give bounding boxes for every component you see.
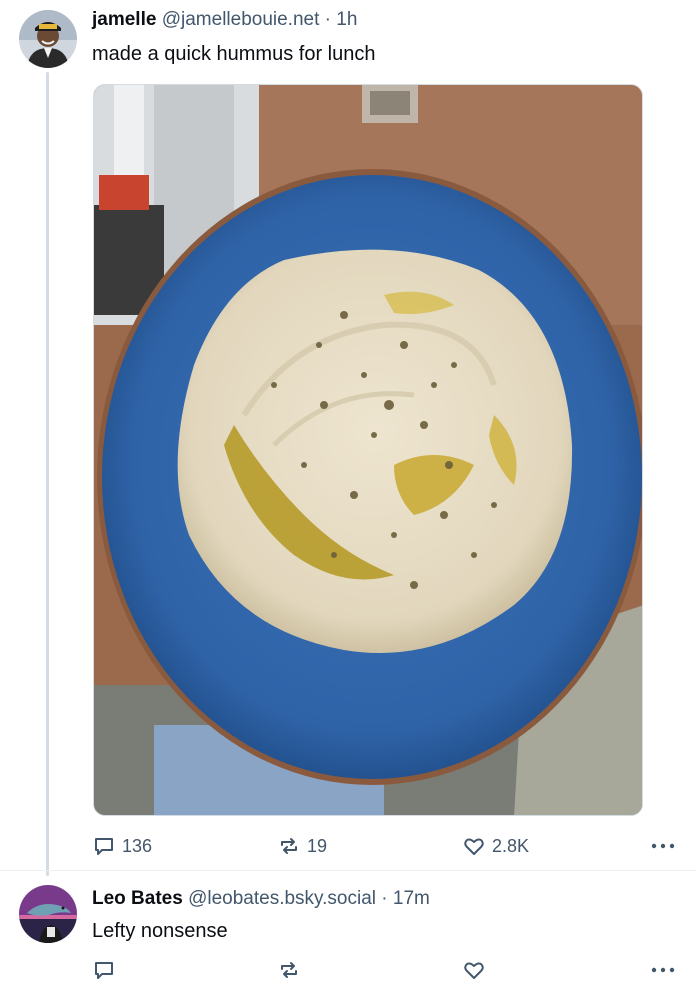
post-text: Lefty nonsense <box>92 920 228 942</box>
post-actions <box>92 955 682 985</box>
repost-button[interactable]: 19 <box>277 831 327 861</box>
reply-icon <box>95 962 113 979</box>
reply-button[interactable] <box>92 955 116 985</box>
timestamp[interactable]: 17m <box>393 888 430 909</box>
post-leo-bates[interactable]: Leo Bates @leobates.bsky.social · 17m Le… <box>0 871 696 1000</box>
post-header: Leo Bates @leobates.bsky.social · 17m <box>92 887 430 911</box>
hummus-photo <box>94 85 642 815</box>
more-options-button[interactable] <box>650 831 676 861</box>
like-count: 2.8K <box>492 835 530 856</box>
handle[interactable]: @leobates.bsky.social <box>188 888 376 909</box>
repost-count: 19 <box>307 835 328 856</box>
repost-icon <box>281 838 297 854</box>
like-button[interactable]: 2.8K <box>462 831 529 861</box>
post-text: made a quick hummus for lunch <box>92 43 376 65</box>
separator: · <box>381 888 388 909</box>
post-jamelle[interactable]: jamelle @jamellebouie.net · 1h made a qu… <box>0 0 696 876</box>
timestamp[interactable]: 1h <box>336 9 357 30</box>
more-icon <box>651 967 675 973</box>
post-header: jamelle @jamellebouie.net · 1h <box>92 8 357 32</box>
handle[interactable]: @jamellebouie.net <box>162 9 320 30</box>
separator: · <box>324 9 331 30</box>
avatar-leo-bates[interactable] <box>19 885 77 943</box>
post-image[interactable] <box>93 84 643 816</box>
more-options-button[interactable] <box>650 955 676 985</box>
like-button[interactable] <box>462 955 486 985</box>
display-name[interactable]: jamelle <box>92 9 156 30</box>
like-icon <box>464 838 484 855</box>
like-icon <box>464 962 484 979</box>
more-icon <box>651 843 675 849</box>
thread-connector-line <box>46 72 49 876</box>
repost-button[interactable] <box>277 955 301 985</box>
avatar-jamelle[interactable] <box>19 10 77 68</box>
reply-button[interactable]: 136 <box>92 831 152 861</box>
reply-count: 136 <box>122 835 153 856</box>
reply-icon <box>95 838 113 855</box>
post-actions: 136 19 2.8K <box>92 831 682 861</box>
display-name[interactable]: Leo Bates <box>92 888 183 909</box>
repost-icon <box>281 962 297 978</box>
